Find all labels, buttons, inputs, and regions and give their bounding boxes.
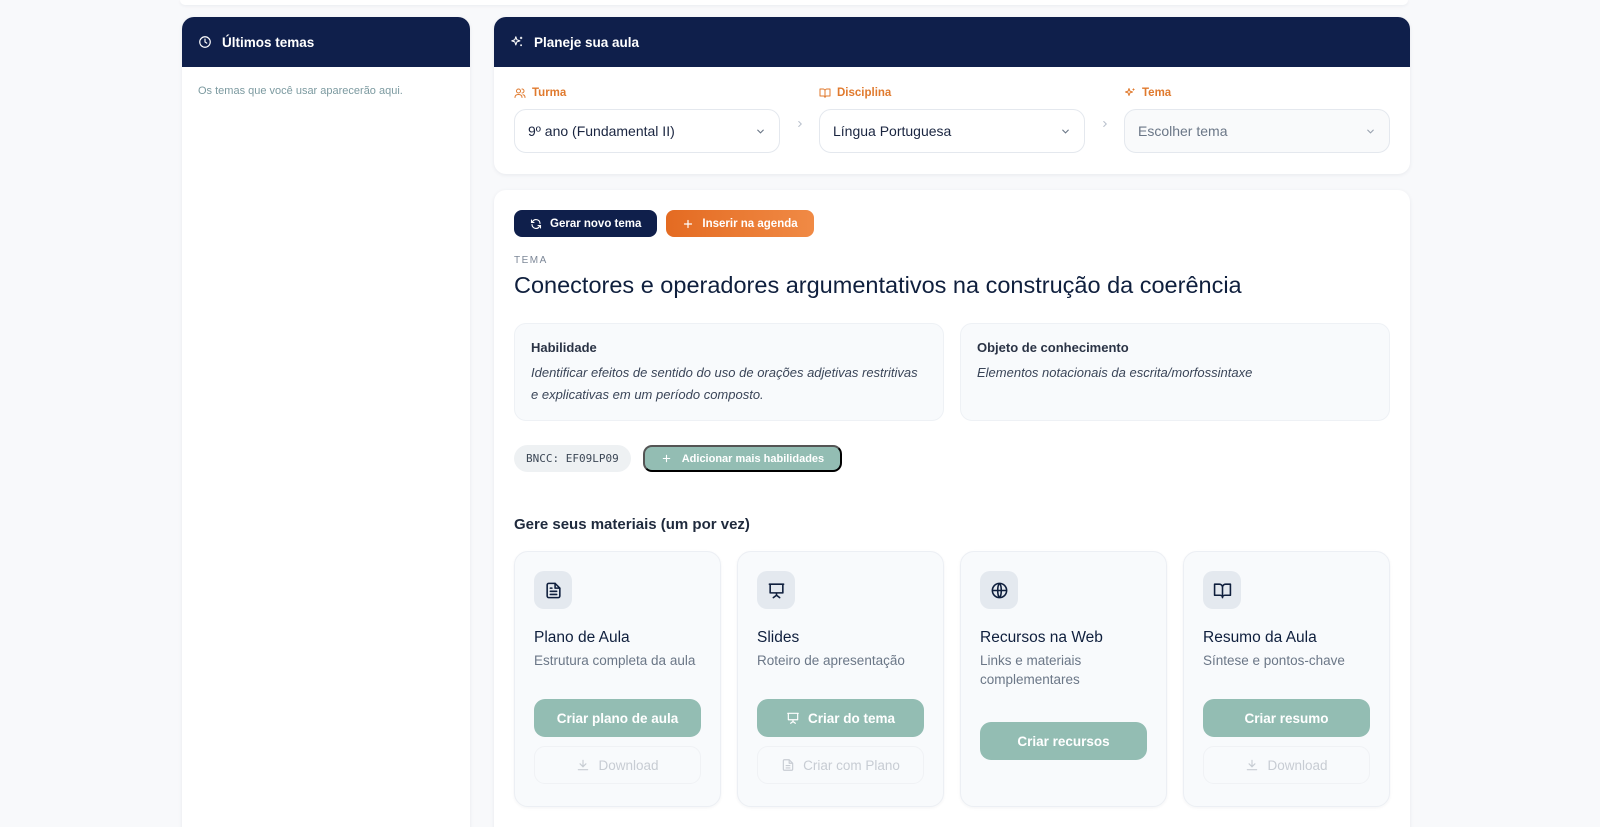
disciplina-label: Disciplina [819, 86, 1085, 100]
material-desc: Síntese e pontos-chave [1203, 653, 1345, 668]
users-icon [514, 88, 526, 98]
recent-themes-empty: Os temas que você usar aparecerão aqui. [198, 85, 403, 97]
create-resources-button[interactable]: Criar recursos [980, 722, 1147, 760]
add-skills-label: Adicionar mais habilidades [681, 452, 825, 465]
step-separator [780, 86, 819, 129]
generate-topic-button[interactable]: Gerar novo tema [514, 210, 658, 237]
tema-group: Tema Escolher tema [1124, 86, 1390, 153]
recent-themes-panel: Últimos temas Os temas que você usar apa… [182, 17, 470, 827]
top-strip [180, 0, 1408, 5]
generate-topic-label: Gerar novo tema [550, 217, 642, 230]
material-title: Plano de Aula [534, 629, 630, 646]
create-slides-button[interactable]: Criar do tema [757, 699, 924, 737]
create-slides-label: Criar do tema [807, 710, 896, 726]
plus-icon [662, 454, 670, 463]
create-lesson-plan-button[interactable]: Criar plano de aula [534, 699, 701, 737]
skill-text: Identificar efeitos de sentido do uso de… [531, 365, 918, 402]
material-desc: Links e materiais complementares [980, 653, 1082, 687]
download-lesson-plan-button[interactable]: Download [534, 746, 701, 784]
step-separator [1085, 86, 1124, 129]
material-desc: Estrutura completa da aula [534, 653, 696, 668]
plus-icon [684, 219, 693, 228]
plan-class-title: Planeje sua aula [534, 34, 640, 50]
knowledge-object-box: Objeto de conhecimento Elementos notacio… [960, 323, 1390, 421]
create-slides-with-plan-label: Criar com Plano [803, 757, 900, 773]
file-text-icon [545, 582, 561, 598]
topic-title: Conectores e operadores argumentativos n… [514, 272, 1242, 298]
material-title: Resumo da Aula [1203, 629, 1317, 646]
tema-select-value: Escolher tema [1138, 123, 1228, 139]
chevron-right-icon [1102, 120, 1107, 128]
chevron-down-icon [1062, 129, 1069, 134]
refresh-icon [530, 218, 542, 229]
presentation-icon [787, 712, 799, 724]
material-icon-box [980, 571, 1018, 609]
file-text-icon [782, 759, 794, 771]
turma-label: Turma [514, 86, 780, 100]
book-open-icon [819, 88, 831, 98]
knowledge-object-text: Elementos notacionais da escrita/morfoss… [977, 365, 1253, 380]
topic-info-row: Habilidade Identificar efeitos de sentid… [514, 323, 1390, 421]
recent-themes-title: Últimos temas [222, 34, 315, 50]
tema-label: Tema [1124, 86, 1390, 100]
selectors-row: Turma 9º ano (Fundamental II) Disciplina… [494, 67, 1410, 153]
turma-select[interactable]: 9º ano (Fundamental II) [514, 109, 780, 153]
chevron-down-icon [757, 129, 764, 134]
download-icon [578, 759, 589, 771]
material-card-lesson-plan: Plano de Aula Estrutura completa da aula… [514, 551, 721, 807]
add-to-schedule-label: Inserir na agenda [702, 217, 798, 230]
disciplina-label-text: Disciplina [837, 87, 892, 99]
material-desc: Roteiro de apresentação [757, 653, 905, 668]
create-lesson-plan-label: Criar plano de aula [556, 710, 679, 726]
skill-box: Habilidade Identificar efeitos de sentid… [514, 323, 944, 421]
add-to-schedule-button[interactable]: Inserir na agenda [666, 210, 814, 237]
create-slides-with-plan-button[interactable]: Criar com Plano [757, 746, 924, 784]
bncc-tag: BNCC: EF09LP09 [514, 445, 631, 472]
globe-icon [991, 582, 1007, 598]
tema-select[interactable]: Escolher tema [1124, 109, 1390, 153]
plan-class-card: Planeje sua aula Turma 9º ano (Fundament… [494, 17, 1410, 174]
chevron-right-icon [797, 120, 802, 128]
topic-actions: Gerar novo tema Inserir na agenda [514, 210, 1390, 237]
skill-tags: BNCC: EF09LP09 Adicionar mais habilidade… [514, 445, 1390, 472]
recent-themes-header: Últimos temas [182, 17, 470, 67]
topic-card: Gerar novo tema Inserir na agenda TEMA C… [494, 190, 1410, 827]
turma-group: Turma 9º ano (Fundamental II) [514, 86, 780, 153]
material-icon-box [757, 571, 795, 609]
material-title: Recursos na Web [980, 629, 1103, 646]
plan-class-header: Planeje sua aula [494, 17, 1410, 67]
add-skills-button[interactable]: Adicionar mais habilidades [642, 445, 843, 472]
material-icon-box [534, 571, 572, 609]
disciplina-select-value: Língua Portuguesa [833, 123, 952, 139]
turma-label-text: Turma [532, 87, 567, 99]
download-lesson-plan-label: Download [598, 757, 659, 773]
book-open-icon [1213, 582, 1231, 598]
material-card-slides: Slides Roteiro de apresentação Criar do … [737, 551, 944, 807]
knowledge-object-title: Objeto de conhecimento [977, 340, 1129, 355]
create-summary-label: Criar resumo [1244, 710, 1329, 726]
materials-cards: Plano de Aula Estrutura completa da aula… [514, 551, 1390, 807]
skill-title: Habilidade [531, 340, 597, 355]
download-icon [1247, 759, 1258, 771]
create-resources-label: Criar recursos [1017, 733, 1110, 749]
material-card-web-resources: Recursos na Web Links e materiais comple… [960, 551, 1167, 807]
materials-title: Gere seus materiais (um por vez) [514, 516, 750, 533]
sparkles-icon [1125, 88, 1135, 96]
material-icon-box [1203, 571, 1241, 609]
download-summary-label: Download [1267, 757, 1328, 773]
download-summary-button[interactable]: Download [1203, 746, 1370, 784]
disciplina-group: Disciplina Língua Portuguesa [819, 86, 1085, 153]
create-summary-button[interactable]: Criar resumo [1203, 699, 1370, 737]
disciplina-select[interactable]: Língua Portuguesa [819, 109, 1085, 153]
material-card-summary: Resumo da Aula Síntese e pontos-chave Cr… [1183, 551, 1390, 807]
clock-icon [199, 36, 211, 48]
presentation-icon [768, 582, 784, 598]
chevron-down-icon [1367, 129, 1374, 134]
sparkles-icon [511, 36, 523, 47]
topic-eyebrow: TEMA [514, 255, 548, 266]
turma-select-value: 9º ano (Fundamental II) [528, 123, 675, 139]
tema-label-text: Tema [1142, 87, 1172, 99]
material-title: Slides [757, 629, 800, 646]
